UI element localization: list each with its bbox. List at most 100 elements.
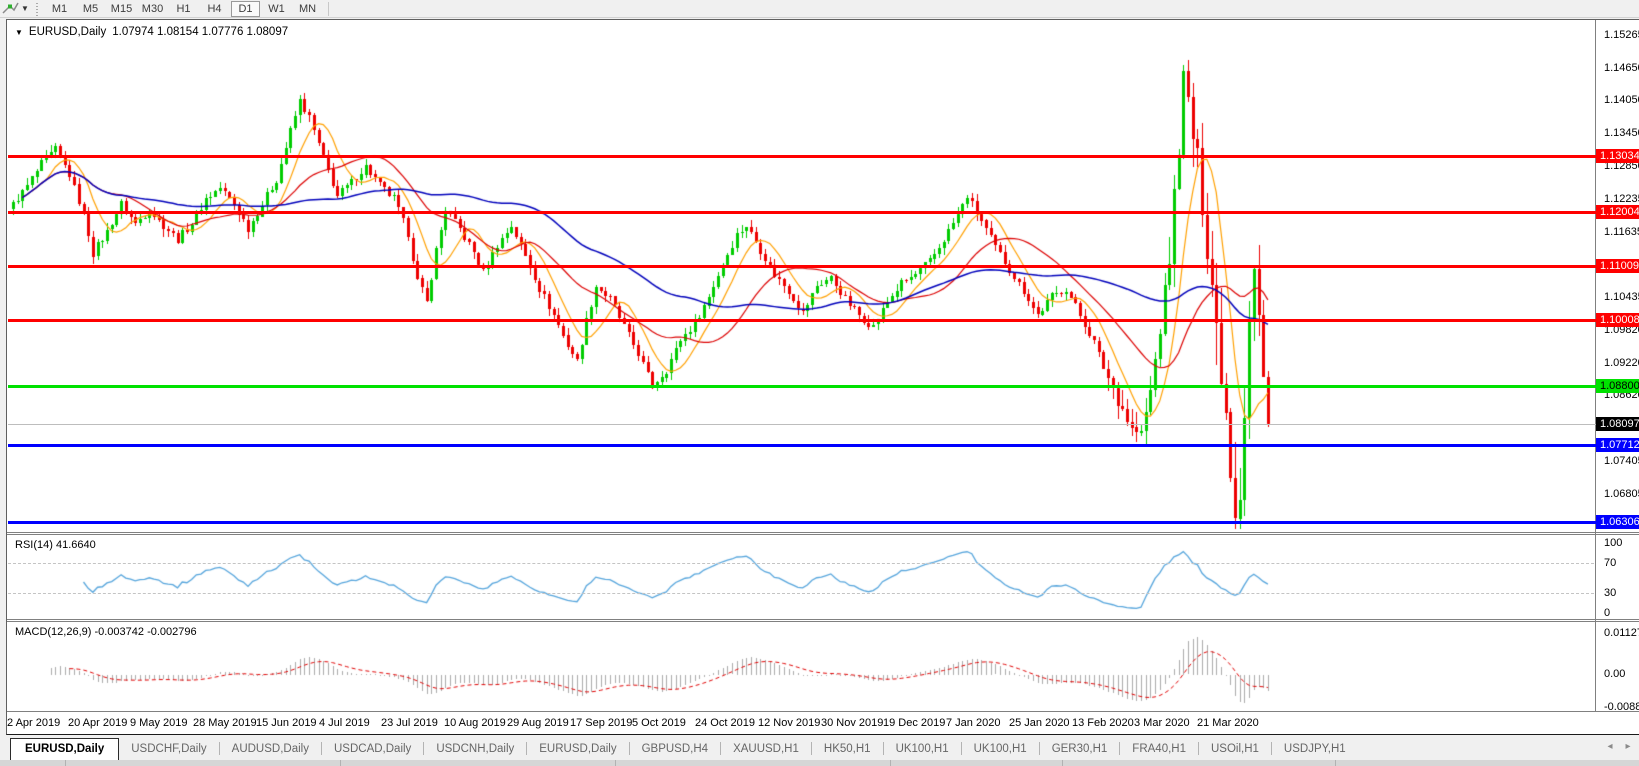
- horizontal-level-line[interactable]: [8, 211, 1598, 214]
- timeframe-button-m1[interactable]: M1: [45, 1, 74, 17]
- horizontal-level-line[interactable]: [8, 319, 1598, 322]
- price-axis-tick: 1.13450: [1599, 127, 1639, 140]
- date-axis-label: 9 May 2019: [130, 717, 187, 729]
- date-axis-label: 20 Apr 2019: [68, 717, 127, 729]
- chart-tab-uk100-h1[interactable]: UK100,H1: [962, 739, 1039, 760]
- panel-divider[interactable]: [7, 619, 1639, 620]
- horizontal-level-line[interactable]: [8, 385, 1598, 388]
- macd-axis-tick: 0.011277: [1599, 627, 1639, 640]
- chart-tab-xauusd-h1[interactable]: XAUUSD,H1: [721, 739, 811, 760]
- timeframe-button-w1[interactable]: W1: [262, 1, 291, 17]
- timeframe-button-m15[interactable]: M15: [107, 1, 136, 17]
- timeframe-button-h4[interactable]: H4: [200, 1, 229, 17]
- date-axis-label: 15 Jun 2019: [256, 717, 317, 729]
- level-price-label: 1.06306: [1596, 515, 1639, 529]
- chart-tab-uk100-h1[interactable]: UK100,H1: [884, 739, 961, 760]
- chart-tab-hk50-h1[interactable]: HK50,H1: [812, 739, 883, 760]
- date-axis-label: 10 Aug 2019: [444, 717, 506, 729]
- level-price-label: 1.10008: [1596, 313, 1639, 327]
- chart-tab-usdcnh-daily[interactable]: USDCNH,Daily: [424, 739, 526, 760]
- price-axis-tick: 1.14650: [1599, 62, 1639, 75]
- date-axis-label: 4 Jul 2019: [319, 717, 370, 729]
- panel-divider: [7, 711, 1639, 712]
- horizontal-level-line[interactable]: [8, 265, 1598, 268]
- current-price-label: 1.08097: [1596, 417, 1639, 431]
- date-axis-label: 12 Nov 2019: [758, 717, 820, 729]
- rsi-label: RSI(14) 41.6640: [15, 539, 96, 551]
- date-axis-label: 25 Jan 2020: [1009, 717, 1070, 729]
- macd-panel-canvas[interactable]: [8, 622, 1594, 711]
- panel-divider[interactable]: [7, 621, 1639, 622]
- current-price-line: [8, 424, 1598, 425]
- rsi-axis-tick: 70: [1599, 557, 1639, 570]
- tab-scroll-left-icon[interactable]: ◂: [1603, 741, 1617, 752]
- bottom-scroll-strip[interactable]: [0, 760, 1639, 766]
- level-price-label: 1.12004: [1596, 205, 1639, 219]
- timeframe-button-m30[interactable]: M30: [138, 1, 167, 17]
- chart-title-dropdown-icon[interactable]: ▼: [15, 28, 23, 37]
- tool-dropdown-icon[interactable]: ▼: [19, 4, 31, 13]
- date-axis-label: 2 Apr 2019: [7, 717, 60, 729]
- tab-scroll-right-icon[interactable]: ▸: [1621, 741, 1635, 752]
- price-axis-tick: 1.14050: [1599, 94, 1639, 107]
- chart-tab-eurusd-daily[interactable]: EURUSD,Daily: [527, 739, 628, 760]
- macd-axis-tick: 0.00: [1599, 668, 1639, 681]
- date-axis-label: 30 Nov 2019: [821, 717, 883, 729]
- chart-tab-bar: EURUSD,DailyUSDCHF,DailyAUDUSD,DailyUSDC…: [0, 736, 1639, 760]
- rsi-panel-canvas[interactable]: [8, 535, 1594, 619]
- price-axis-tick: 1.10435: [1599, 291, 1639, 304]
- date-axis-label: 17 Sep 2019: [570, 717, 632, 729]
- chart-tab-usdcad-daily[interactable]: USDCAD,Daily: [322, 739, 423, 760]
- toolbar-grip[interactable]: [35, 2, 40, 16]
- rsi-level-30-line: [8, 593, 1594, 594]
- rsi-level-70-line: [8, 563, 1594, 564]
- price-axis-tick: 1.11635: [1599, 226, 1639, 239]
- timeframe-button-d1[interactable]: D1: [231, 1, 260, 17]
- chart-tab-usdjpy-h1[interactable]: USDJPY,H1: [1272, 739, 1358, 760]
- chart-tab-gbpusd-h4[interactable]: GBPUSD,H4: [630, 739, 720, 760]
- chart-ohlc-values: 1.07974 1.08154 1.07776 1.08097: [112, 26, 288, 38]
- price-axis-tick: 1.15265: [1599, 29, 1639, 42]
- rsi-axis-tick: 100: [1599, 537, 1639, 550]
- timeframe-button-m5[interactable]: M5: [76, 1, 105, 17]
- panel-divider[interactable]: [7, 532, 1639, 533]
- chart-title: ▼ EURUSD,Daily 1.07974 1.08154 1.07776 1…: [15, 26, 288, 38]
- date-axis-label: 13 Feb 2020: [1072, 717, 1134, 729]
- timeframe-button-mn[interactable]: MN: [293, 1, 322, 17]
- timeframe-button-h1[interactable]: H1: [169, 1, 198, 17]
- price-axis-tick: 1.09220: [1599, 357, 1639, 370]
- horizontal-level-line[interactable]: [8, 444, 1598, 447]
- horizontal-level-line[interactable]: [8, 521, 1598, 524]
- chart-window: ▼ EURUSD,Daily 1.07974 1.08154 1.07776 1…: [6, 19, 1639, 735]
- toolbar-separator: [328, 2, 329, 16]
- main-chart-canvas[interactable]: [8, 22, 1595, 532]
- level-price-label: 1.13034: [1596, 149, 1639, 163]
- level-price-label: 1.11009: [1596, 259, 1639, 273]
- chart-tab-eurusd-daily[interactable]: EURUSD,Daily: [10, 738, 119, 760]
- date-axis-label: 7 Jan 2020: [946, 717, 1000, 729]
- rsi-axis-tick: 30: [1599, 587, 1639, 600]
- horizontal-level-line[interactable]: [8, 155, 1598, 158]
- price-axis-border: [1595, 20, 1596, 712]
- date-axis-label: 28 May 2019: [193, 717, 257, 729]
- date-axis-label: 29 Aug 2019: [507, 717, 569, 729]
- chart-tab-audusd-daily[interactable]: AUDUSD,Daily: [220, 739, 321, 760]
- date-axis-label: 3 Mar 2020: [1134, 717, 1190, 729]
- price-axis-tick: 1.07405: [1599, 455, 1639, 468]
- level-price-label: 1.08800: [1596, 379, 1639, 393]
- line-tool-icon[interactable]: [1, 1, 19, 16]
- date-axis-label: 21 Mar 2020: [1197, 717, 1259, 729]
- chart-tab-usoil-h1[interactable]: USOil,H1: [1199, 739, 1271, 760]
- level-price-label: 1.07712: [1596, 438, 1639, 452]
- date-axis-label: 24 Oct 2019: [695, 717, 755, 729]
- macd-label: MACD(12,26,9) -0.003742 -0.002796: [15, 626, 197, 638]
- date-axis-label: 23 Jul 2019: [381, 717, 438, 729]
- date-axis-label: 19 Dec 2019: [883, 717, 945, 729]
- chart-tab-ger30-h1[interactable]: GER30,H1: [1040, 739, 1120, 760]
- chart-symbol-label: EURUSD,Daily: [29, 26, 106, 38]
- panel-divider[interactable]: [7, 534, 1639, 535]
- chart-tab-fra40-h1[interactable]: FRA40,H1: [1120, 739, 1198, 760]
- chart-tab-usdchf-daily[interactable]: USDCHF,Daily: [119, 739, 218, 760]
- macd-axis-tick: -0.008845: [1599, 701, 1639, 714]
- rsi-axis-tick: 0: [1599, 607, 1639, 620]
